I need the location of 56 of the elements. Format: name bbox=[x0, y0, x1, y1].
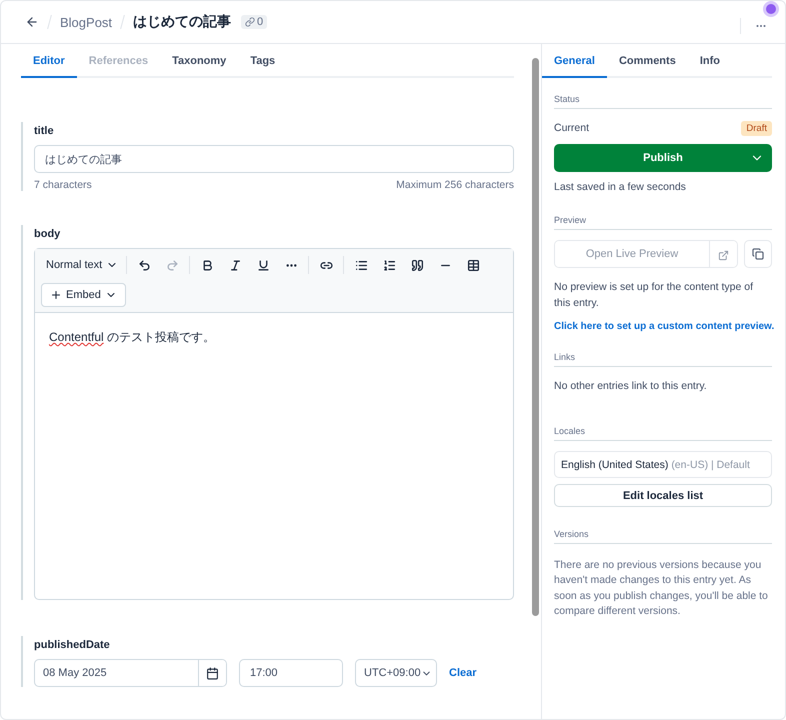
clear-link[interactable]: Clear bbox=[449, 667, 477, 679]
field-label: body bbox=[34, 228, 62, 240]
character-limit: Maximum 256 characters bbox=[396, 179, 514, 191]
last-saved-text: Last saved in a few seconds bbox=[554, 180, 687, 196]
numbered-list-icon bbox=[382, 258, 396, 272]
editor-tab[interactable]: Editor bbox=[21, 44, 77, 78]
character-count: 7 characters bbox=[34, 179, 92, 191]
section-heading: Preview bbox=[554, 215, 772, 230]
timezone-select[interactable]: UTC+09:00 bbox=[355, 659, 437, 687]
links-note: No other entries link to this entry. bbox=[554, 378, 708, 394]
field-label: publishedDate bbox=[34, 639, 111, 651]
body-text: Contentful のテスト投稿です。 bbox=[48, 329, 216, 346]
sidebar-tab[interactable]: Comments bbox=[606, 44, 688, 78]
status-badge: Draft bbox=[741, 121, 772, 136]
custom-preview-link[interactable]: Click here to set up a custom content preview. bbox=[554, 320, 774, 332]
plus-icon bbox=[50, 289, 62, 301]
status-label: Current bbox=[554, 121, 590, 136]
embed-button[interactable]: Embed bbox=[41, 283, 126, 307]
italic-icon bbox=[228, 258, 242, 272]
underline-icon bbox=[256, 258, 270, 272]
link-count: 0 bbox=[257, 16, 264, 28]
section-heading: Versions bbox=[554, 529, 772, 544]
rich-text-editor[interactable]: Normal text Embed Contentful のテスト投稿です。 bbox=[34, 248, 514, 600]
publish-button[interactable]: Publish bbox=[554, 144, 772, 172]
section-heading: Links bbox=[554, 352, 772, 367]
entry-title: はじめての記事 bbox=[133, 13, 232, 31]
link-icon bbox=[245, 17, 256, 27]
time-input[interactable]: 17:00 bbox=[239, 659, 343, 687]
bulleted-list-icon bbox=[354, 258, 368, 272]
external-link-button[interactable] bbox=[709, 241, 737, 268]
field-label: title bbox=[34, 125, 55, 137]
section-heading: Status bbox=[554, 94, 772, 109]
editor-tab[interactable]: Taxonomy bbox=[160, 44, 238, 78]
breadcrumb-link[interactable]: BlogPost bbox=[60, 14, 112, 30]
date-input[interactable]: 08 May 2025 bbox=[34, 659, 227, 687]
calendar-button[interactable] bbox=[198, 660, 226, 686]
quote-icon bbox=[410, 258, 424, 272]
text-format-dropdown[interactable]: Normal text bbox=[42, 253, 122, 277]
record-indicator-icon bbox=[763, 1, 779, 17]
versions-note: There are no previous versions because you haven't made changes to this entry yet. As soon as you publish changes, you'll be able to compare different versions. bbox=[554, 558, 769, 619]
locale-item: English (United States) (en-US) | Default bbox=[554, 451, 772, 478]
sidebar-tab[interactable]: General bbox=[542, 44, 607, 78]
editor-tab[interactable]: Tags bbox=[238, 44, 288, 78]
title-input[interactable]: はじめての記事 bbox=[34, 145, 514, 173]
calendar-icon bbox=[206, 666, 219, 680]
copy-icon bbox=[752, 248, 764, 260]
table-icon bbox=[466, 258, 480, 272]
edit-locales-button[interactable]: Edit locales list bbox=[554, 484, 772, 508]
preview-note: No preview is set up for the content type of this entry. bbox=[554, 280, 754, 311]
section-heading: Locales bbox=[554, 426, 772, 442]
undo-icon bbox=[138, 258, 151, 272]
bold-icon bbox=[200, 258, 214, 272]
copy-button[interactable] bbox=[744, 240, 772, 268]
redo-icon bbox=[166, 258, 179, 272]
sidebar-tab[interactable]: Info bbox=[688, 44, 732, 78]
external-link-icon bbox=[718, 250, 729, 261]
